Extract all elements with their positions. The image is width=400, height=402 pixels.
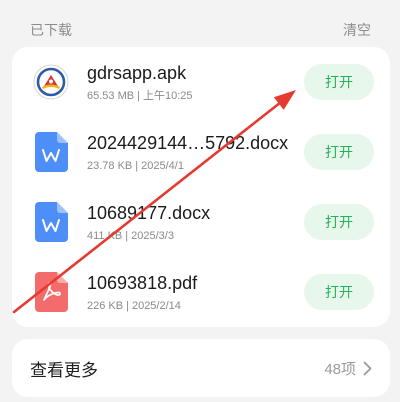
file-meta: 411 KB | 2025/3/3 [87, 229, 294, 243]
app-logo-icon [33, 62, 69, 102]
download-item[interactable]: 10689177.docx 411 KB | 2025/3/3 打开 [12, 187, 390, 257]
download-item[interactable]: 2024429144…5792.docx 23.78 KB | 2025/4/1 打… [12, 117, 390, 187]
open-button[interactable]: 打开 [304, 64, 374, 100]
word-file-icon [33, 202, 69, 242]
section-title: 已下载 [30, 22, 72, 38]
file-name: 10693818.pdf [87, 272, 198, 293]
more-count: 48项 [324, 360, 356, 378]
meta-separator: | [125, 229, 129, 242]
open-button[interactable]: 打开 [304, 274, 374, 310]
file-meta: 23.78 KB | 2025/4/1 [87, 159, 294, 173]
file-size: 65.53 MB [87, 89, 135, 102]
meta-separator: | [137, 89, 140, 102]
pdf-file-icon [33, 272, 69, 312]
file-size: 23.78 KB [87, 159, 133, 172]
file-name: 10689177.docx [87, 202, 211, 223]
file-meta: 226 KB | 2025/2/14 [87, 299, 294, 313]
chevron-right-icon [363, 361, 372, 376]
file-info: gdrsapp.apk 65.53 MB | 上午10:25 [87, 62, 294, 103]
file-info: 2024429144…5792.docx 23.78 KB | 2025/4/1 [87, 132, 294, 173]
file-name: 2024429144…5792.docx [87, 132, 289, 153]
open-button[interactable]: 打开 [304, 134, 374, 170]
file-date: 2025/2/14 [131, 299, 181, 312]
download-list: gdrsapp.apk 65.53 MB | 上午10:25 打开 20244291… [12, 47, 390, 327]
download-item[interactable]: gdrsapp.apk 65.53 MB | 上午10:25 打开 [12, 47, 390, 117]
word-file-icon [33, 132, 69, 172]
open-button[interactable]: 打开 [304, 204, 374, 240]
file-size: 411 KB [87, 229, 123, 242]
view-more-row[interactable]: 查看更多 48项 [12, 339, 390, 397]
file-info: 10693818.pdf 226 KB | 2025/2/14 [87, 272, 294, 313]
clear-all-button[interactable]: 清空 [343, 20, 371, 40]
meta-separator: | [135, 159, 139, 172]
download-item[interactable]: 10693818.pdf 226 KB | 2025/2/14 打开 [12, 257, 390, 327]
file-size: 226 KB [87, 299, 124, 312]
file-info: 10689177.docx 411 KB | 2025/3/3 [87, 202, 294, 243]
file-name: gdrsapp.apk [87, 62, 187, 83]
file-date: 上午10:25 [142, 89, 193, 102]
file-meta: 65.53 MB | 上午10:25 [87, 89, 294, 103]
section-header: 已下载 清空 [30, 20, 371, 40]
file-date: 2025/4/1 [141, 159, 184, 172]
meta-separator: | [126, 299, 129, 312]
file-date: 2025/3/3 [131, 229, 174, 242]
downloads-screen: 已下载 清空 gdrsapp.apk 65.53 MB | 上午10:25 打开… [0, 0, 400, 402]
view-more-label: 查看更多 [30, 360, 98, 380]
